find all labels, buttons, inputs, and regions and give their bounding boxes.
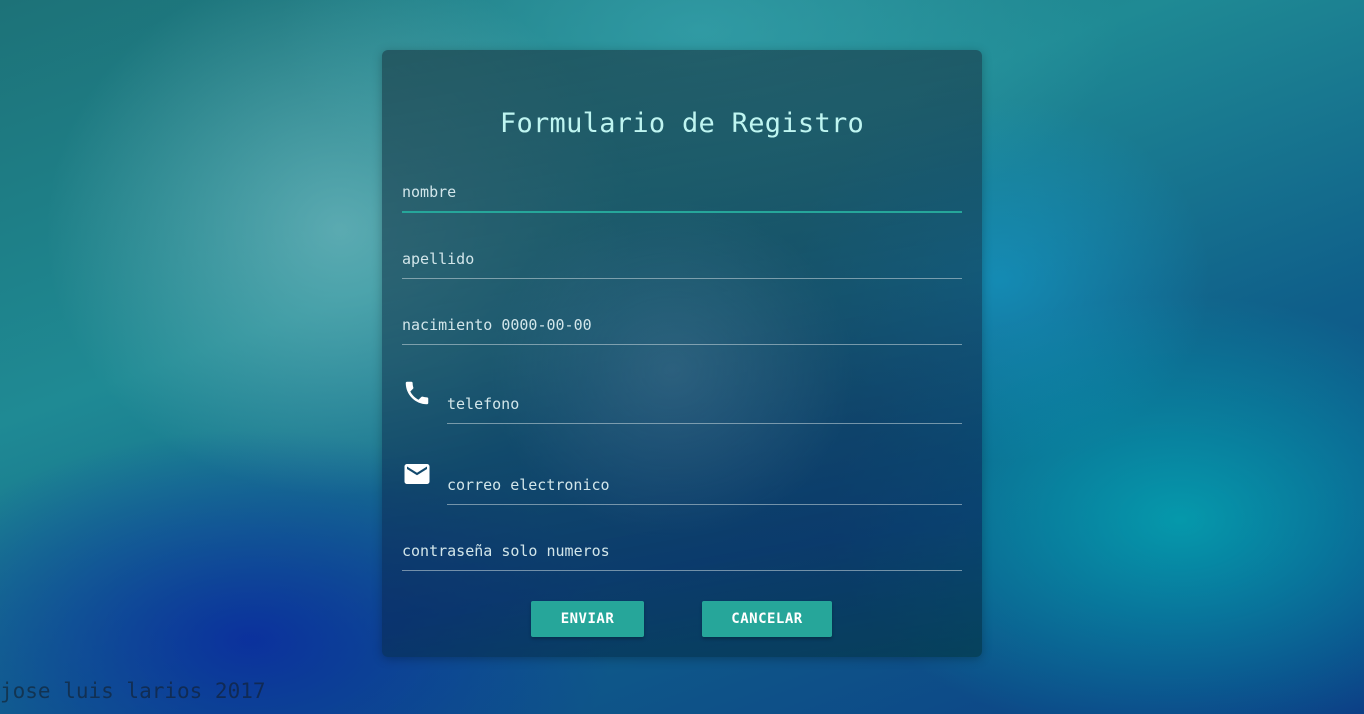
nacimiento-input[interactable] [402, 305, 962, 344]
correo-input[interactable] [447, 465, 962, 504]
correo-field-container [447, 465, 962, 505]
nombre-field-container [402, 173, 962, 213]
footer-credit: jose luis larios 2017 [0, 679, 266, 703]
apellido-input[interactable] [402, 239, 962, 278]
password-field-container [402, 531, 962, 571]
submit-button[interactable]: ENVIAR [531, 601, 644, 637]
registration-form-card: Formulario de Registro ENVIAR CANCELAR [382, 50, 982, 657]
phone-icon [405, 381, 429, 405]
cancel-button[interactable]: CANCELAR [702, 601, 832, 637]
nombre-input[interactable] [402, 173, 962, 211]
telefono-field-container [447, 384, 962, 424]
password-input[interactable] [402, 531, 962, 570]
email-icon [404, 464, 430, 484]
telefono-input[interactable] [447, 384, 962, 423]
apellido-field-container [402, 239, 962, 279]
nacimiento-field-container [402, 305, 962, 345]
form-title: Formulario de Registro [499, 108, 865, 139]
